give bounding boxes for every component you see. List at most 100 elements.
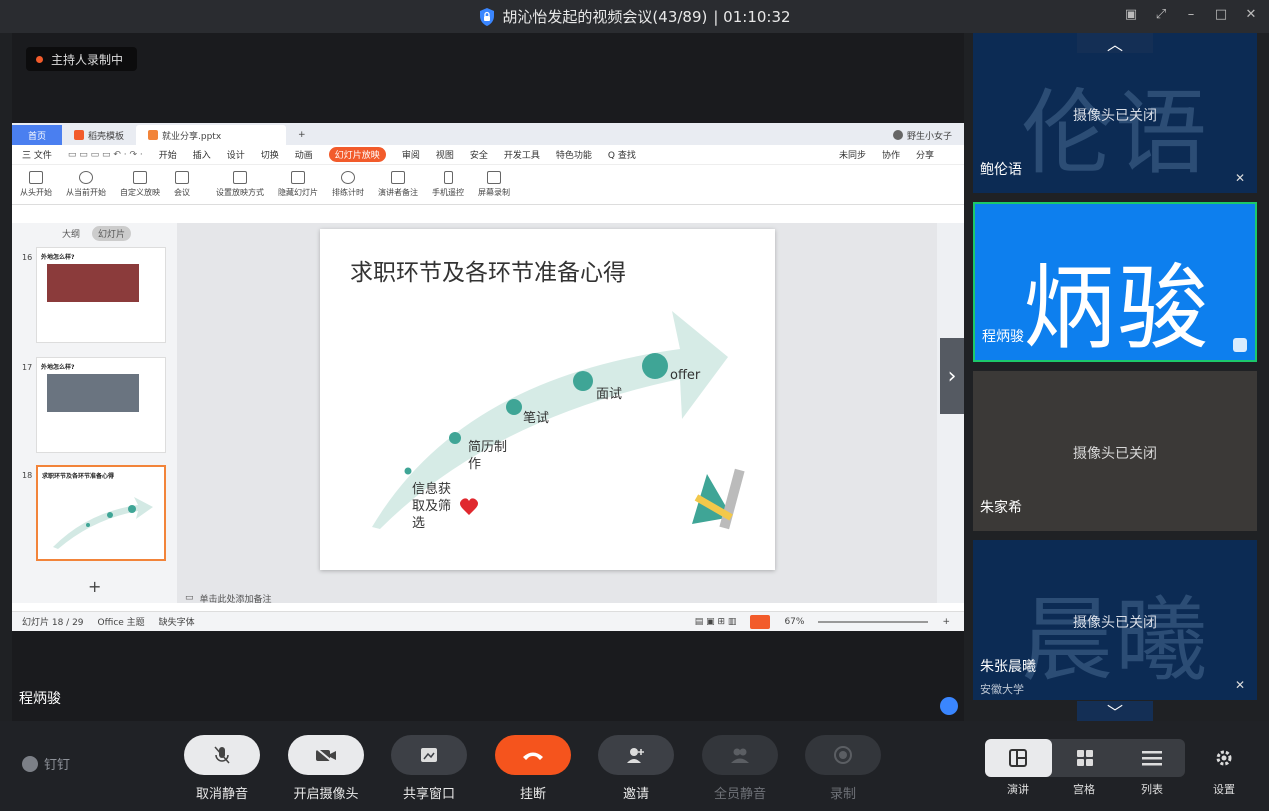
invite-button[interactable]: 邀请 xyxy=(598,735,674,802)
ribbon-hide-slide[interactable]: 隐藏幻灯片 xyxy=(278,171,318,198)
ribbon-screen-record[interactable]: 屏幕录制 xyxy=(478,171,510,198)
participant-tile-1[interactable]: 伦语 摄像头已关闭 鲍伦语 ✕ xyxy=(973,33,1257,193)
notes-placeholder: 单击此处添加备注 xyxy=(199,594,272,605)
participant-tile-4[interactable]: 晨曦 摄像头已关闭 朱张晨曦 安徽大学 ✕ xyxy=(973,540,1257,700)
tab-outline[interactable]: 大纲 xyxy=(62,227,80,240)
view-grid-button[interactable] xyxy=(1052,739,1119,777)
ruler-pencil-icon xyxy=(692,468,745,530)
fullscreen-icon[interactable]: ⤢ xyxy=(1153,6,1169,22)
share-window-button[interactable]: 共享窗口 xyxy=(391,735,467,802)
add-slide-button[interactable]: + xyxy=(88,577,101,596)
control-label: 开启摄像头 xyxy=(293,787,359,802)
gear-icon xyxy=(1216,750,1232,766)
grid-layout-icon xyxy=(1077,750,1093,766)
participant-tile-2[interactable]: 炳骏 程炳骏 xyxy=(973,202,1257,362)
notes-area[interactable]: ▭ 单击此处添加备注 xyxy=(177,589,937,607)
menu-file[interactable]: 三 文件 xyxy=(22,148,52,161)
record-button[interactable]: 录制 xyxy=(805,735,881,802)
view-mode-icons[interactable]: ▤ ▣ ⊞ ▥ xyxy=(695,617,737,627)
ribbon-phone-remote[interactable]: 手机遥控 xyxy=(432,171,464,198)
thumb-slide-18[interactable]: 求职环节及各环节准备心得 xyxy=(36,465,166,561)
share-window-icon xyxy=(421,748,437,762)
ribbon-custom-show[interactable]: 自定义放映 xyxy=(120,171,160,198)
speaker-layout-icon xyxy=(1009,749,1028,767)
menu-animation[interactable]: 动画 xyxy=(295,148,313,161)
mic-muted-icon: ✕ xyxy=(1235,678,1246,692)
zoom-in-icon[interactable]: + xyxy=(942,617,950,627)
ribbon-rehearse[interactable]: 排练计时 xyxy=(332,171,364,198)
view-speaker-button[interactable] xyxy=(985,739,1052,777)
participant-name: 程炳骏 xyxy=(982,329,1024,345)
scroll-up-icon[interactable]: ︿ xyxy=(1077,33,1153,54)
menu-review[interactable]: 审阅 xyxy=(402,148,420,161)
settings-button[interactable]: 设置 xyxy=(1204,749,1244,797)
menu-home[interactable]: 开始 xyxy=(159,148,177,161)
avatar xyxy=(892,130,903,140)
thumb-title: 求职环节及各环节准备心得 xyxy=(42,473,115,480)
thumb-slide-17[interactable]: 外地怎么样? xyxy=(36,357,166,453)
avatar-text: 晨曦 xyxy=(1020,587,1209,694)
next-page-arrow-icon[interactable]: › xyxy=(940,338,964,414)
minimize-icon[interactable]: – xyxy=(1183,6,1199,22)
ribbon-setup-show[interactable]: 设置放映方式 xyxy=(216,171,264,198)
wps-user[interactable]: 野生小女子 xyxy=(881,125,964,145)
menu-sync[interactable]: 未同步 xyxy=(839,148,866,161)
menu-search[interactable]: Q 查找 xyxy=(608,148,636,161)
shared-screen[interactable]: 首页 稻壳模板 就业分享.pptx + 野生小女子 三 文件 ▭ ▭ ▭ ▭ ↶… xyxy=(12,123,964,631)
invite-icon xyxy=(627,748,644,763)
wps-tab-add[interactable]: + xyxy=(286,125,318,145)
wps-tab-templates[interactable]: 稻壳模板 xyxy=(62,125,136,145)
current-slide[interactable]: 求职环节及各环节准备心得 信息获取及筛选 简历制作 笔试 面试 offer xyxy=(320,229,775,570)
zoom-slider[interactable] xyxy=(818,620,929,623)
mute-all-button[interactable]: 全员静音 xyxy=(702,735,778,802)
tab-slides[interactable]: 幻灯片 xyxy=(92,225,132,241)
view-list-button[interactable] xyxy=(1118,739,1185,777)
thumb-slide-16[interactable]: 外地怎么样? xyxy=(36,247,166,343)
menu-insert[interactable]: 插入 xyxy=(193,148,211,161)
unmute-button[interactable]: 取消静音 xyxy=(184,735,260,802)
ribbon-meeting[interactable]: 会议 xyxy=(174,171,190,198)
wps-tab-file[interactable]: 就业分享.pptx xyxy=(136,125,287,145)
control-bar: 钉钉 取消静音 开启摄像头 共享窗口 挂断 邀请 全员静音 录制 演讲 宫格 列… xyxy=(0,721,1269,811)
ribbon-from-start[interactable]: 从头开始 xyxy=(20,171,52,198)
participant-name: 朱家希 xyxy=(980,500,1022,516)
mic-off-icon xyxy=(214,746,230,764)
participant-tile-3[interactable]: 摄像头已关闭 朱家希 xyxy=(973,371,1257,531)
recording-badge-label: 主持人录制中 xyxy=(51,52,124,67)
view-label: 宫格 xyxy=(1073,783,1095,796)
quick-toolbar: ▭ ▭ ▭ ▭ ↶ · ↷ · xyxy=(67,149,143,160)
maximize-icon[interactable]: □ xyxy=(1213,6,1229,22)
menu-transition[interactable]: 切换 xyxy=(261,148,279,161)
step-written-test: 笔试 xyxy=(523,411,550,426)
menu-share[interactable]: 分享 xyxy=(916,148,934,161)
title-bar: 胡沁怡发起的视频会议(43/89) | 01:10:32 ▣ ⤢ – □ ✕ xyxy=(0,0,1269,33)
missing-font[interactable]: 缺失字体 xyxy=(159,615,195,628)
menu-features[interactable]: 特色功能 xyxy=(556,148,592,161)
wps-tab-home[interactable]: 首页 xyxy=(12,125,62,145)
menu-collab[interactable]: 协作 xyxy=(882,148,900,161)
camera-status: 摄像头已关闭 xyxy=(1073,108,1157,124)
participant-panel: 伦语 摄像头已关闭 鲍伦语 ✕ ︿ 炳骏 程炳骏 摄像头已关闭 朱家希 晨曦 摄… xyxy=(973,33,1257,721)
ribbon-presenter-notes[interactable]: 演讲者备注 xyxy=(378,171,418,198)
view-label: 列表 xyxy=(1141,783,1163,796)
settings-label: 设置 xyxy=(1213,783,1235,796)
menu-view[interactable]: 视图 xyxy=(436,148,454,161)
menu-slideshow[interactable]: 幻灯片放映 xyxy=(328,147,386,162)
play-slideshow-button[interactable] xyxy=(750,614,771,629)
menu-security[interactable]: 安全 xyxy=(470,148,488,161)
hang-up-button[interactable]: 挂断 xyxy=(495,735,571,802)
pip-icon[interactable]: ▣ xyxy=(1123,6,1139,22)
menu-dev-tools[interactable]: 开发工具 xyxy=(504,148,540,161)
scroll-down-icon[interactable]: ﹀ xyxy=(1077,701,1153,721)
docer-icon xyxy=(74,130,84,140)
main-stage: 主持人录制中 首页 稻壳模板 就业分享.pptx + 野生小女子 三 文件 ▭ … xyxy=(12,33,964,721)
camera-status: 摄像头已关闭 xyxy=(1073,615,1157,631)
pptx-icon xyxy=(148,130,159,140)
mute-all-icon xyxy=(731,748,749,763)
menu-design[interactable]: 设计 xyxy=(227,148,245,161)
camera-on-button[interactable]: 开启摄像头 xyxy=(288,735,364,802)
camera-status: 摄像头已关闭 xyxy=(1073,446,1157,462)
view-mode-switch xyxy=(985,739,1185,777)
ribbon-from-current[interactable]: 从当前开始 xyxy=(66,171,106,198)
close-icon[interactable]: ✕ xyxy=(1243,6,1259,22)
